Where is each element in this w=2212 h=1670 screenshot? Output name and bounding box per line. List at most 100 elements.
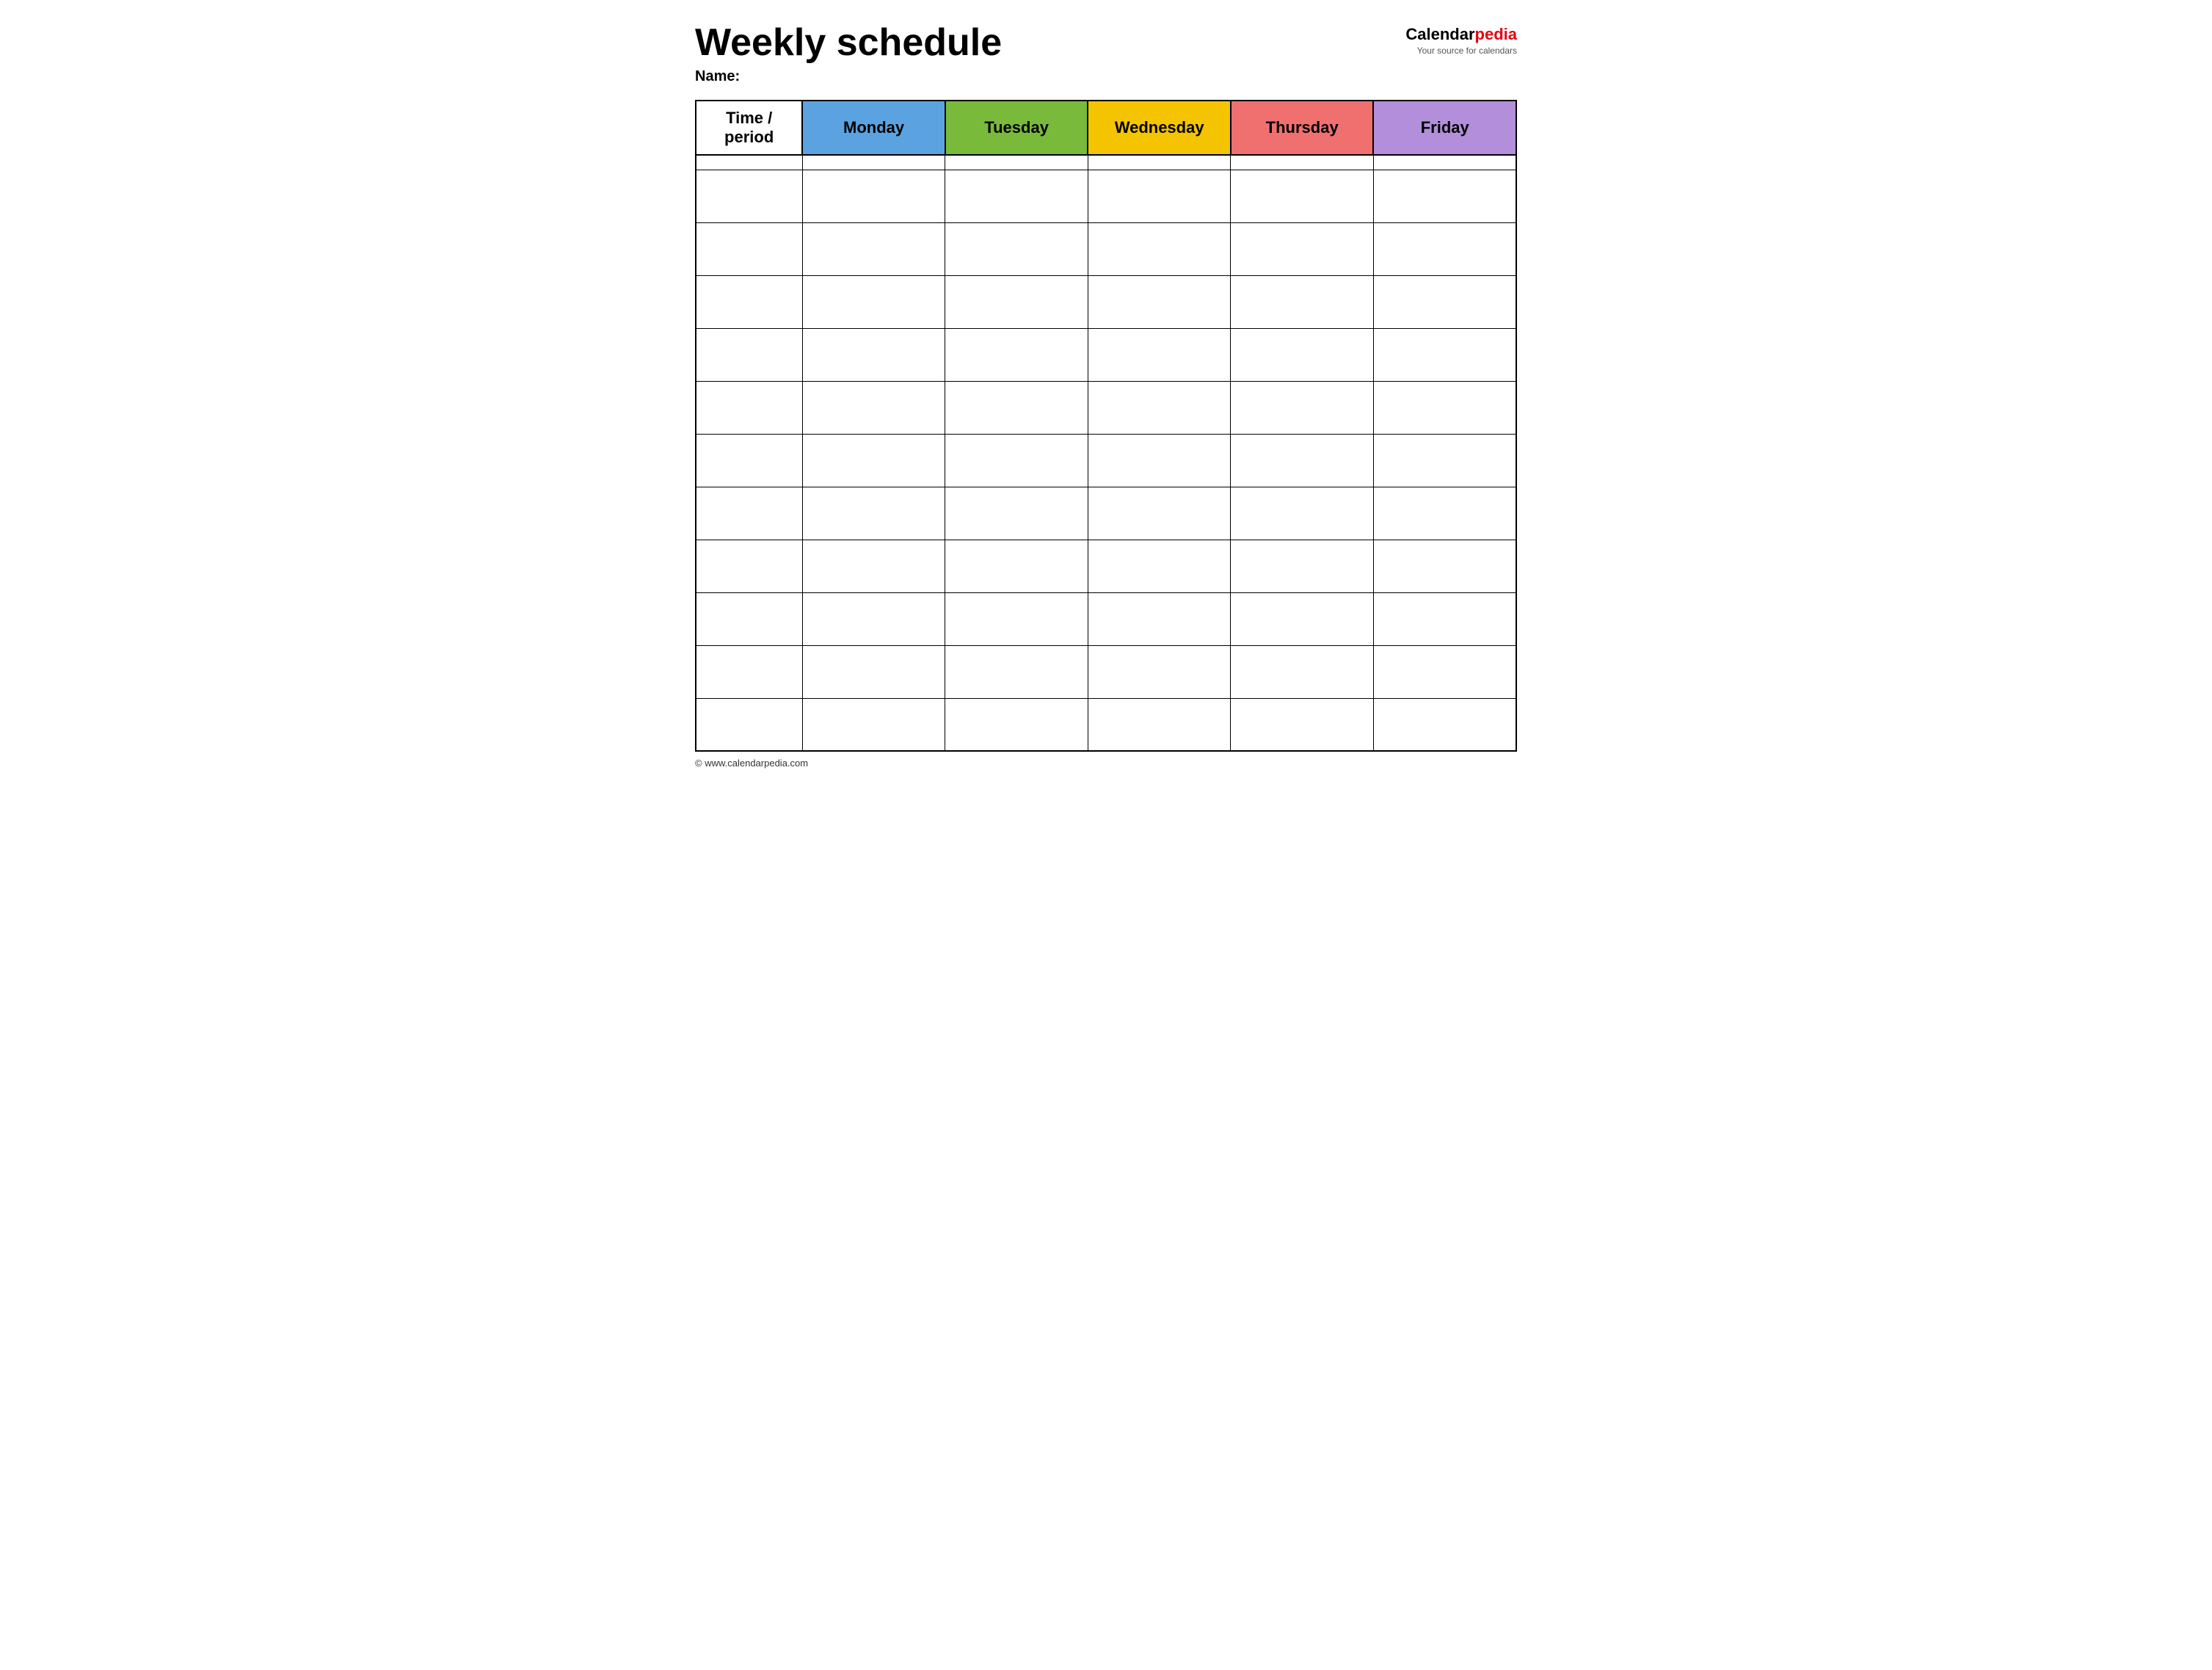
header-row: Time / period Monday Tuesday Wednesday T… xyxy=(696,101,1516,155)
schedule-cell[interactable] xyxy=(945,170,1088,222)
page-title: Weekly schedule xyxy=(695,22,1002,64)
schedule-cell[interactable] xyxy=(1373,698,1516,751)
table-row xyxy=(696,698,1516,751)
schedule-cell[interactable] xyxy=(945,645,1088,698)
schedule-cell[interactable] xyxy=(802,487,945,540)
schedule-cell[interactable] xyxy=(1231,540,1374,592)
schedule-cell[interactable] xyxy=(1231,222,1374,275)
schedule-cell[interactable] xyxy=(1088,155,1231,170)
schedule-cell[interactable] xyxy=(945,275,1088,328)
table-row xyxy=(696,275,1516,328)
schedule-cell[interactable] xyxy=(1088,487,1231,540)
table-row xyxy=(696,170,1516,222)
table-row xyxy=(696,434,1516,487)
schedule-cell[interactable] xyxy=(1373,328,1516,381)
schedule-cell[interactable] xyxy=(1373,381,1516,434)
time-cell[interactable] xyxy=(696,434,802,487)
schedule-cell[interactable] xyxy=(1373,645,1516,698)
schedule-cell[interactable] xyxy=(802,275,945,328)
schedule-cell[interactable] xyxy=(1088,170,1231,222)
schedule-cell[interactable] xyxy=(802,540,945,592)
logo-tagline: Your source for calendars xyxy=(1417,46,1517,56)
table-row xyxy=(696,645,1516,698)
schedule-cell[interactable] xyxy=(1231,170,1374,222)
time-cell[interactable] xyxy=(696,155,802,170)
schedule-cell[interactable] xyxy=(1088,434,1231,487)
schedule-cell[interactable] xyxy=(1088,540,1231,592)
schedule-cell[interactable] xyxy=(802,328,945,381)
logo-calendar: Calendar xyxy=(1405,25,1474,43)
time-cell[interactable] xyxy=(696,487,802,540)
schedule-table: Time / period Monday Tuesday Wednesday T… xyxy=(695,100,1517,752)
schedule-cell[interactable] xyxy=(1231,698,1374,751)
time-cell[interactable] xyxy=(696,592,802,645)
schedule-cell[interactable] xyxy=(1231,328,1374,381)
schedule-cell[interactable] xyxy=(1088,592,1231,645)
schedule-cell[interactable] xyxy=(1373,487,1516,540)
logo-text: Calendarpedia xyxy=(1405,25,1517,44)
schedule-cell[interactable] xyxy=(1088,275,1231,328)
name-label: Name: xyxy=(695,68,1002,85)
time-cell[interactable] xyxy=(696,275,802,328)
footer: © www.calendarpedia.com xyxy=(695,758,1517,769)
schedule-cell[interactable] xyxy=(1088,698,1231,751)
table-row xyxy=(696,155,1516,170)
col-header-thursday: Thursday xyxy=(1231,101,1374,155)
schedule-cell[interactable] xyxy=(802,645,945,698)
schedule-cell[interactable] xyxy=(1373,540,1516,592)
schedule-cell[interactable] xyxy=(945,222,1088,275)
schedule-cell[interactable] xyxy=(1231,381,1374,434)
schedule-cell[interactable] xyxy=(802,698,945,751)
table-row xyxy=(696,487,1516,540)
schedule-cell[interactable] xyxy=(802,434,945,487)
logo-section: Calendarpedia Your source for calendars xyxy=(1405,25,1517,56)
schedule-cell[interactable] xyxy=(1373,155,1516,170)
table-row xyxy=(696,222,1516,275)
time-cell[interactable] xyxy=(696,222,802,275)
schedule-cell[interactable] xyxy=(1373,275,1516,328)
schedule-cell[interactable] xyxy=(1373,222,1516,275)
schedule-cell[interactable] xyxy=(802,155,945,170)
schedule-cell[interactable] xyxy=(1231,592,1374,645)
schedule-cell[interactable] xyxy=(1231,487,1374,540)
schedule-cell[interactable] xyxy=(1088,381,1231,434)
title-section: Weekly schedule Name: xyxy=(695,22,1002,85)
time-cell[interactable] xyxy=(696,381,802,434)
schedule-cell[interactable] xyxy=(1373,434,1516,487)
schedule-cell[interactable] xyxy=(1231,275,1374,328)
schedule-cell[interactable] xyxy=(945,434,1088,487)
schedule-cell[interactable] xyxy=(1231,434,1374,487)
schedule-cell[interactable] xyxy=(802,222,945,275)
schedule-cell[interactable] xyxy=(1088,222,1231,275)
schedule-cell[interactable] xyxy=(945,698,1088,751)
time-cell[interactable] xyxy=(696,645,802,698)
schedule-cell[interactable] xyxy=(1373,170,1516,222)
schedule-cell[interactable] xyxy=(1088,645,1231,698)
time-cell[interactable] xyxy=(696,540,802,592)
schedule-cell[interactable] xyxy=(945,381,1088,434)
time-cell[interactable] xyxy=(696,328,802,381)
schedule-cell[interactable] xyxy=(945,328,1088,381)
footer-url: © www.calendarpedia.com xyxy=(695,758,808,769)
schedule-cell[interactable] xyxy=(802,381,945,434)
schedule-cell[interactable] xyxy=(1231,645,1374,698)
time-cell[interactable] xyxy=(696,698,802,751)
schedule-cell[interactable] xyxy=(945,487,1088,540)
schedule-cell[interactable] xyxy=(802,170,945,222)
col-header-monday: Monday xyxy=(802,101,945,155)
page-header: Weekly schedule Name: Calendarpedia Your… xyxy=(695,22,1517,85)
logo-pedia: pedia xyxy=(1475,25,1517,43)
schedule-cell[interactable] xyxy=(945,592,1088,645)
schedule-cell[interactable] xyxy=(1231,155,1374,170)
schedule-cell[interactable] xyxy=(945,540,1088,592)
col-header-time: Time / period xyxy=(696,101,802,155)
table-row xyxy=(696,540,1516,592)
schedule-cell[interactable] xyxy=(802,592,945,645)
schedule-cell[interactable] xyxy=(1088,328,1231,381)
col-header-wednesday: Wednesday xyxy=(1088,101,1231,155)
table-row xyxy=(696,592,1516,645)
time-cell[interactable] xyxy=(696,170,802,222)
table-row xyxy=(696,381,1516,434)
schedule-cell[interactable] xyxy=(945,155,1088,170)
schedule-cell[interactable] xyxy=(1373,592,1516,645)
